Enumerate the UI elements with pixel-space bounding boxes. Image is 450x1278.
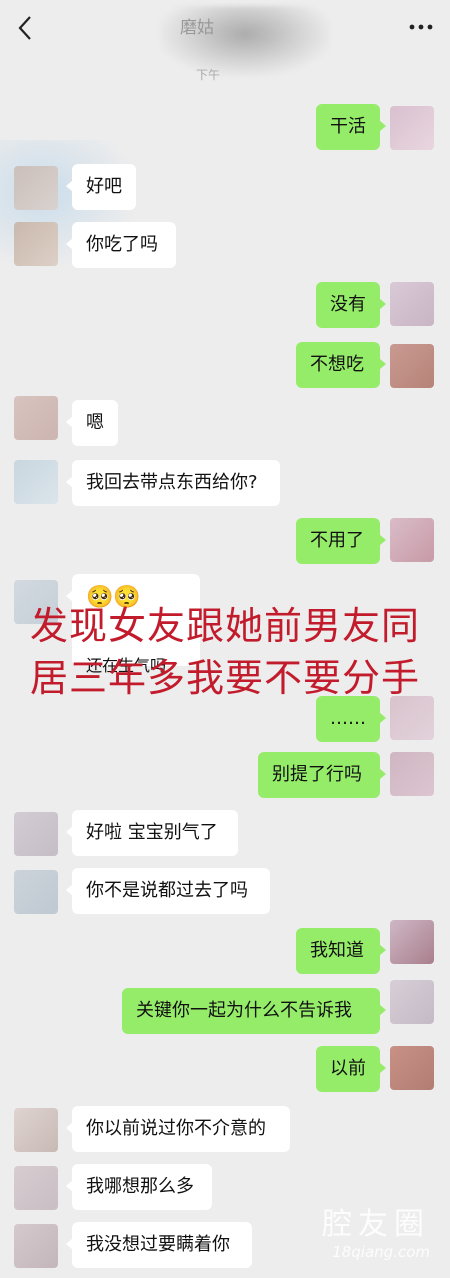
my-avatar[interactable] (390, 1046, 434, 1090)
contact-avatar[interactable] (14, 812, 58, 856)
message-bubble[interactable]: 我哪想那么多 (66, 1164, 212, 1210)
my-avatar[interactable] (390, 980, 434, 1024)
message-bubble[interactable]: 关键你一起为什么不告诉我 (122, 988, 386, 1034)
contact-avatar[interactable] (14, 1108, 58, 1152)
contact-avatar[interactable] (14, 222, 58, 266)
contact-avatar[interactable] (14, 1166, 58, 1210)
message-bubble[interactable]: 以前 (316, 1046, 386, 1092)
message-bubble[interactable]: 你不是说都过去了吗 (66, 868, 270, 914)
contact-avatar[interactable] (14, 1224, 58, 1268)
my-avatar[interactable] (390, 106, 434, 150)
contact-avatar[interactable] (14, 166, 58, 210)
overlay-line-2: 居三年多我要不要分手 (30, 656, 421, 700)
overlay-line-1: 发现女友跟她前男友同 (30, 604, 421, 648)
contact-avatar[interactable] (14, 396, 58, 440)
contact-avatar[interactable] (14, 870, 58, 914)
my-avatar[interactable] (390, 920, 434, 964)
my-avatar[interactable] (390, 282, 434, 326)
watermark: 腔友圈 18qiang.com (300, 1208, 430, 1262)
message-bubble[interactable]: 嗯 (66, 400, 118, 446)
message-bubble[interactable]: 没有 (316, 282, 386, 328)
my-avatar[interactable] (390, 518, 434, 562)
message-bubble[interactable]: 好吧 (66, 164, 136, 210)
message-bubble[interactable]: 好啦 宝宝别气了 (66, 810, 238, 856)
message-time: 下午 (196, 68, 221, 82)
message-bubble[interactable]: 不用了 (296, 518, 386, 564)
message-bubble[interactable]: 不想吃 (296, 342, 386, 388)
my-avatar[interactable] (390, 344, 434, 388)
message-bubble[interactable]: 我知道 (296, 928, 386, 974)
watermark-url: 18qiang.com (332, 1243, 430, 1261)
chat-header: 磨姑 下午 (0, 0, 450, 82)
my-avatar[interactable] (390, 752, 434, 796)
message-bubble[interactable]: 我回去带点东西给你? (66, 460, 280, 506)
message-bubble[interactable]: 别提了行吗 (258, 752, 386, 798)
message-bubble[interactable]: 干活 (316, 104, 386, 150)
more-dots-icon[interactable] (404, 12, 438, 42)
message-bubble[interactable]: 我没想过要瞒着你 (66, 1222, 252, 1268)
overlay-headline: 发现女友跟她前男友同 居三年多我要不要分手 (30, 600, 440, 704)
chat-title: 磨姑 (180, 18, 214, 38)
message-bubble[interactable]: 你以前说过你不介意的 (66, 1106, 290, 1152)
message-bubble[interactable]: 你吃了吗 (66, 222, 176, 268)
watermark-title: 腔友圈 (322, 1207, 430, 1242)
back-chevron-icon[interactable] (10, 10, 40, 46)
contact-avatar[interactable] (14, 460, 58, 504)
